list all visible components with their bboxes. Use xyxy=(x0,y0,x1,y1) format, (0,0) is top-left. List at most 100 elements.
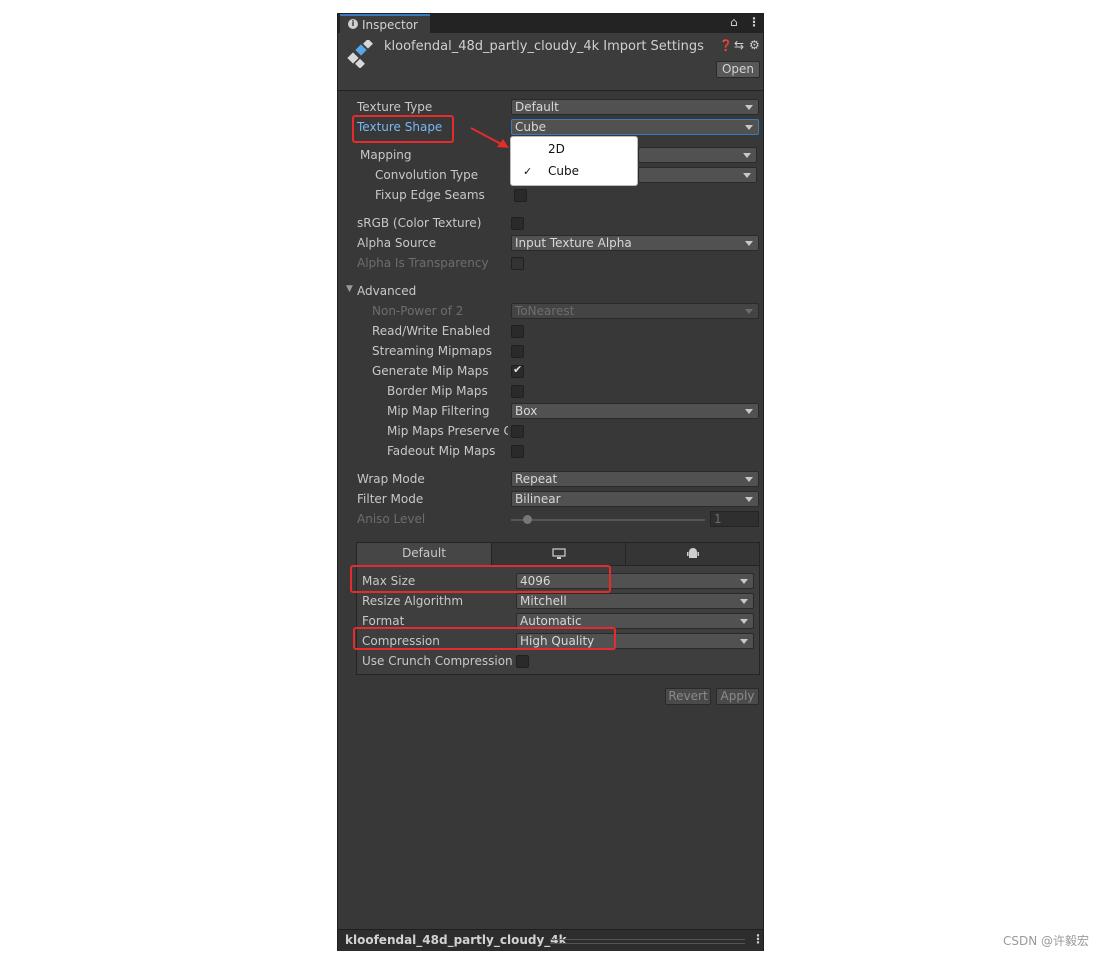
fixup-edge-seams-label: Fixup Edge Seams xyxy=(375,188,485,202)
resize-handle[interactable] xyxy=(550,939,745,944)
monitor-icon xyxy=(551,548,566,559)
open-button[interactable]: Open xyxy=(716,61,760,78)
generate-mip-maps-checkbox[interactable]: ✔ xyxy=(511,363,524,378)
kebab-menu-icon[interactable]: ⋮ xyxy=(752,932,764,946)
texture-type-value: Default xyxy=(515,100,559,114)
filter-mode-dropdown[interactable]: Bilinear xyxy=(511,491,759,507)
srgb-checkbox[interactable] xyxy=(511,217,524,230)
mip-map-filtering-label: Mip Map Filtering xyxy=(387,404,490,418)
chevron-down-icon xyxy=(745,477,753,482)
kebab-menu-icon[interactable]: ⋮ xyxy=(748,15,760,29)
resize-algorithm-value: Mitchell xyxy=(520,594,567,608)
option-2d[interactable]: 2D xyxy=(548,142,565,156)
chevron-down-icon xyxy=(745,125,753,130)
alpha-source-dropdown[interactable]: Input Texture Alpha xyxy=(511,235,759,251)
tab-inspector[interactable]: i Inspector xyxy=(340,14,430,33)
watermark: CSDN @许毅宏 xyxy=(1003,934,1090,948)
android-icon xyxy=(686,548,699,558)
platform-tab-standalone[interactable] xyxy=(492,543,626,565)
texture-shape-popup: 2D ✓ Cube xyxy=(510,136,638,186)
streaming-mipmaps-checkbox[interactable] xyxy=(511,345,524,358)
chevron-down-icon xyxy=(740,599,748,604)
tab-bar: i Inspector ⌂ ⋮ xyxy=(338,14,763,33)
highlight-box-max-size xyxy=(350,565,611,593)
status-asset-name: kloofendal_48d_partly_cloudy_4k xyxy=(345,933,567,947)
help-icon[interactable]: ❓ xyxy=(719,39,733,52)
cubemap-asset-icon xyxy=(347,40,373,68)
chevron-down-icon xyxy=(745,105,753,110)
chevron-down-icon xyxy=(743,153,751,158)
texture-type-dropdown[interactable]: Default xyxy=(511,99,759,115)
check-icon: ✔ xyxy=(513,363,523,376)
filter-mode-label: Filter Mode xyxy=(357,492,424,506)
non-power-of-2-dropdown: ToNearest xyxy=(511,303,759,319)
fadeout-mip-maps-label: Fadeout Mip Maps xyxy=(387,444,496,458)
mip-map-filtering-value: Box xyxy=(515,404,538,418)
convolution-type-label: Convolution Type xyxy=(375,168,479,182)
format-label: Format xyxy=(362,614,405,628)
chevron-down-icon xyxy=(743,173,751,178)
red-arrow-annotation xyxy=(470,127,509,148)
alpha-source-value: Input Texture Alpha xyxy=(515,236,632,250)
read-write-checkbox[interactable] xyxy=(511,325,524,338)
texture-type-label: Texture Type xyxy=(357,100,433,114)
preset-icon[interactable]: ⇆ xyxy=(734,38,744,52)
option-cube[interactable]: Cube xyxy=(548,164,579,178)
mip-maps-preserve-label: Mip Maps Preserve C xyxy=(387,424,508,438)
wrap-mode-dropdown[interactable]: Repeat xyxy=(511,471,759,487)
chevron-down-icon xyxy=(740,579,748,584)
use-crunch-label: Use Crunch Compression xyxy=(362,654,513,668)
highlight-box-texture-shape xyxy=(352,115,454,143)
aniso-slider-track xyxy=(511,519,705,521)
texture-shape-value: Cube xyxy=(515,120,546,134)
texture-shape-dropdown[interactable]: Cube xyxy=(511,119,759,135)
mapping-dropdown[interactable] xyxy=(638,147,757,163)
alpha-is-transparency-checkbox xyxy=(511,257,524,270)
platform-settings-panel: Default Max Size 4096 Resize Algorithm M… xyxy=(356,542,760,675)
highlight-box-compression xyxy=(353,627,616,650)
chevron-down-icon xyxy=(745,409,753,414)
advanced-foldout-label[interactable]: Advanced xyxy=(357,284,416,298)
status-bar: kloofendal_48d_partly_cloudy_4k ⋮ xyxy=(338,929,764,951)
alpha-source-label: Alpha Source xyxy=(357,236,437,250)
non-power-of-2-label: Non-Power of 2 xyxy=(372,304,464,318)
read-write-label: Read/Write Enabled xyxy=(372,324,491,338)
filter-mode-value: Bilinear xyxy=(515,492,561,506)
fadeout-mip-maps-checkbox[interactable] xyxy=(511,445,524,458)
alpha-is-transparency-label: Alpha Is Transparency xyxy=(357,256,489,270)
lock-icon[interactable]: ⌂ xyxy=(730,15,738,29)
wrap-mode-label: Wrap Mode xyxy=(357,472,425,486)
check-icon: ✓ xyxy=(523,165,533,178)
border-mip-maps-label: Border Mip Maps xyxy=(387,384,488,398)
mip-map-filtering-dropdown[interactable]: Box xyxy=(511,403,759,419)
fixup-edge-seams-checkbox[interactable] xyxy=(514,189,527,202)
chevron-down-icon xyxy=(740,639,748,644)
asset-header: kloofendal_48d_partly_cloudy_4k Import S… xyxy=(338,33,763,91)
mapping-label: Mapping xyxy=(360,148,412,162)
format-value: Automatic xyxy=(520,614,582,628)
srgb-label: sRGB (Color Texture) xyxy=(357,216,482,230)
aniso-level-field: 1 xyxy=(710,511,759,527)
generate-mip-maps-label: Generate Mip Maps xyxy=(372,364,489,378)
apply-button[interactable]: Apply xyxy=(716,688,759,705)
chevron-down-icon xyxy=(745,241,753,246)
asset-title: kloofendal_48d_partly_cloudy_4k Import S… xyxy=(384,39,704,54)
platform-tab-android[interactable] xyxy=(626,543,759,565)
chevron-down-icon xyxy=(740,619,748,624)
border-mip-maps-checkbox[interactable] xyxy=(511,385,524,398)
tab-label: Inspector xyxy=(362,18,418,32)
streaming-mipmaps-label: Streaming Mipmaps xyxy=(372,344,493,358)
foldout-triangle-icon[interactable]: ▼ xyxy=(346,284,353,294)
resize-algorithm-dropdown[interactable]: Mitchell xyxy=(516,593,754,609)
revert-button[interactable]: Revert xyxy=(665,688,711,705)
convolution-type-dropdown[interactable] xyxy=(638,167,757,183)
settings-icon[interactable]: ⚙ xyxy=(749,38,760,52)
aniso-level-label: Aniso Level xyxy=(357,512,426,526)
info-icon: i xyxy=(348,19,358,29)
chevron-down-icon xyxy=(745,497,753,502)
wrap-mode-value: Repeat xyxy=(515,472,558,486)
aniso-slider-thumb xyxy=(523,515,532,524)
mip-maps-preserve-checkbox[interactable] xyxy=(511,425,524,438)
use-crunch-checkbox[interactable] xyxy=(516,655,529,668)
platform-tab-default[interactable]: Default xyxy=(357,543,492,565)
